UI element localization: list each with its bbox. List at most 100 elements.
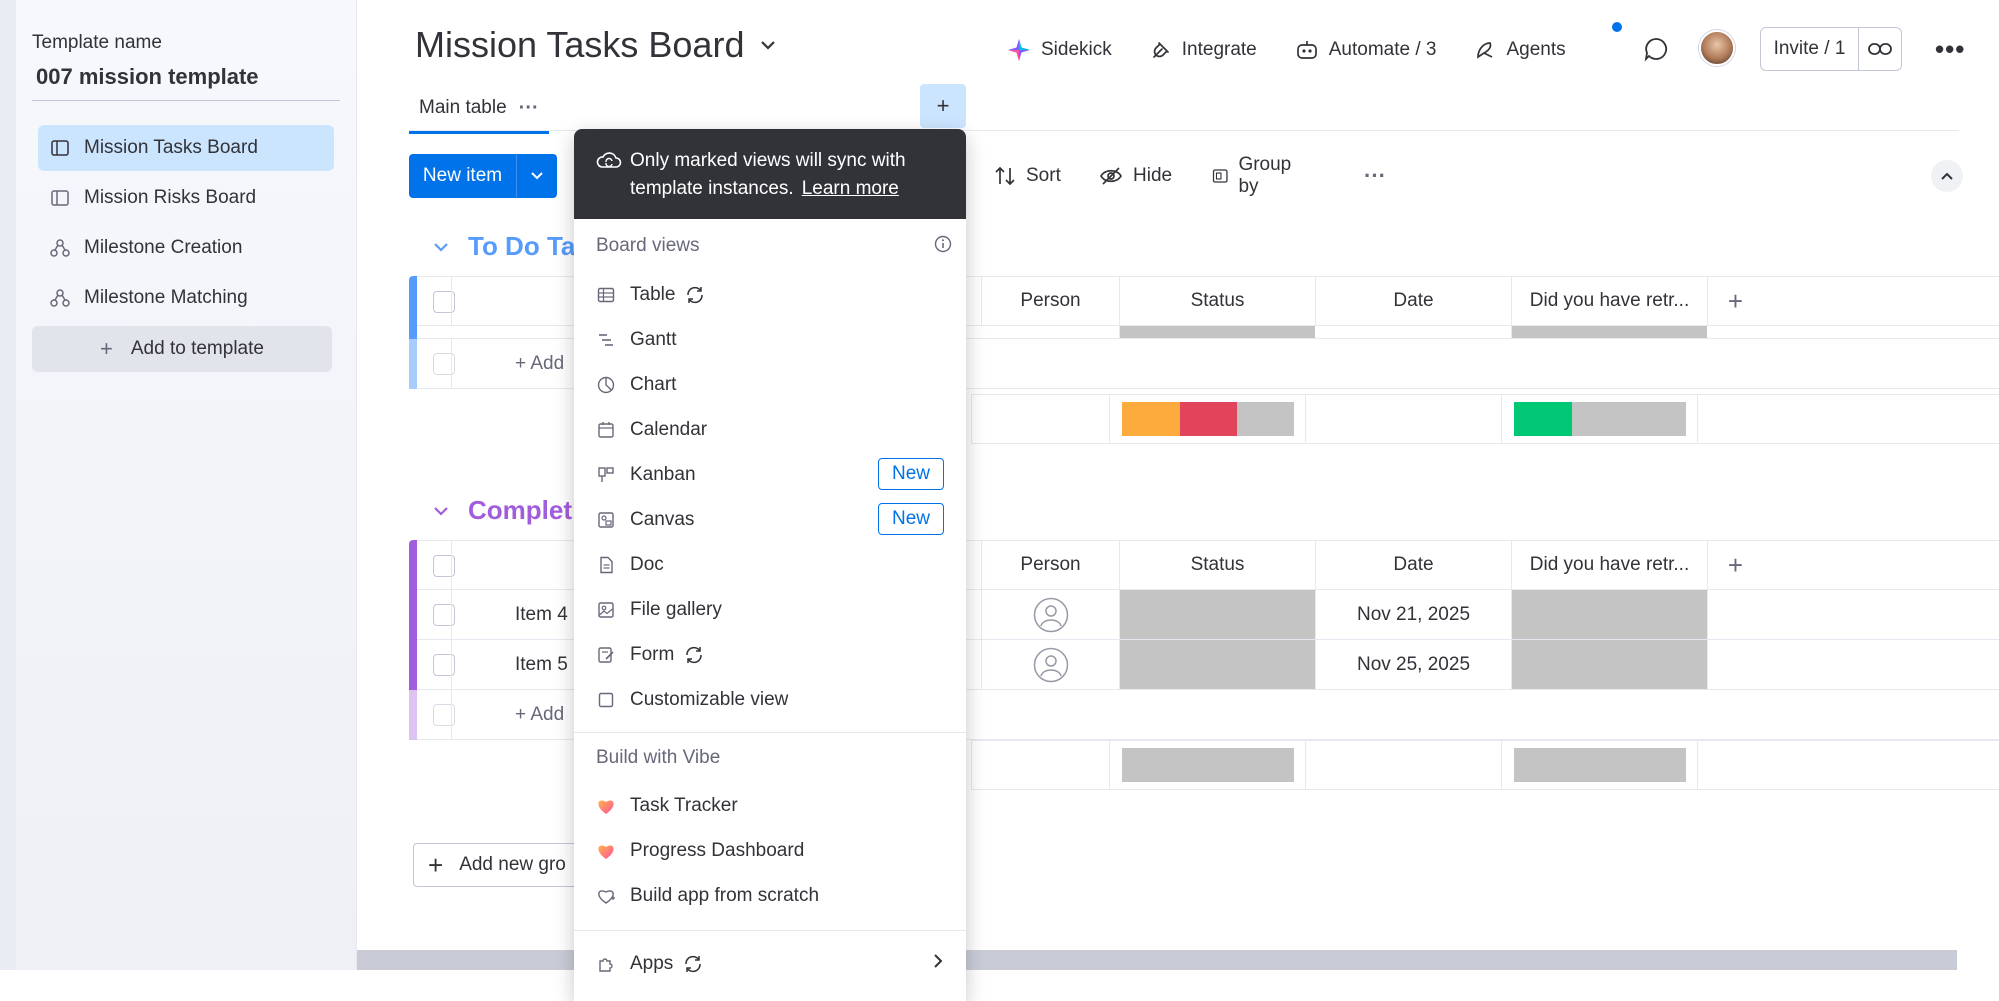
sort-icon [995,166,1015,186]
agents-button[interactable]: Agents [1474,39,1566,61]
vibe-option-progress-dashboard[interactable]: Progress Dashboard [574,829,966,873]
retro-summary[interactable] [1501,395,1697,443]
column-header-retro[interactable]: Did you have retr... [1511,541,1707,589]
plug-icon [1152,42,1169,58]
template-item-mission-risks-board[interactable]: Mission Risks Board [38,175,334,221]
apps-option[interactable]: Apps [574,942,966,986]
summary-row-completed [971,740,1999,790]
view-option-customizable-view[interactable]: Customizable view [574,678,966,722]
avatar[interactable] [1699,30,1735,66]
retro-cell[interactable] [1511,590,1707,639]
template-item-milestone-creation[interactable]: Milestone Creation [38,225,334,271]
column-header-person[interactable]: Person [981,277,1119,325]
template-item-milestone-matching[interactable]: Milestone Matching [38,275,334,321]
date-cell[interactable]: Nov 21, 2025 [1315,590,1511,639]
retro-cell[interactable] [1511,640,1707,689]
tab-main-table[interactable]: Main table ··· [409,84,549,134]
person-cell[interactable] [981,590,1119,639]
view-option-form[interactable]: Form [574,633,966,677]
vibe-option-label: Build app from scratch [630,885,820,906]
template-name-input[interactable]: 007 mission template [36,64,259,90]
retro-cell[interactable] [1511,326,1707,338]
add-item-input[interactable]: + Add [515,704,564,726]
sort-button[interactable]: Sort [994,154,1061,198]
automate-button[interactable]: Automate / 3 [1295,39,1437,61]
col-divider [451,339,452,388]
form-icon [596,645,616,665]
automate-label: Automate / 3 [1328,39,1437,60]
vibe-option-task-tracker[interactable]: Task Tracker [574,784,966,828]
status-summary[interactable] [1109,741,1305,789]
heart-icon [596,841,616,861]
group-title-completed[interactable]: Complet [432,495,572,526]
person-cell[interactable] [981,640,1119,689]
view-option-calendar[interactable]: Calendar [574,408,966,452]
info-icon[interactable] [934,235,952,258]
item-name[interactable]: Item 5 [515,654,568,676]
view-option-table[interactable]: Table [574,273,966,317]
template-item-mission-tasks-board[interactable]: Mission Tasks Board [38,125,334,171]
add-column-button[interactable]: + [1707,277,1763,325]
column-header-date[interactable]: Date [1315,541,1511,589]
integrate-button[interactable]: Integrate [1150,39,1257,61]
column-header-status[interactable]: Status [1119,541,1315,589]
new-item-button[interactable]: New item [409,154,557,198]
invite-button[interactable]: Invite / 1 [1760,27,1902,71]
board-title[interactable]: Mission Tasks Board [415,24,778,66]
link-icon[interactable] [1859,28,1901,70]
add-column-button[interactable]: + [1707,541,1763,589]
group-title-text: Complet [468,495,572,525]
view-option-canvas[interactable]: Canvas New [574,498,966,542]
chevron-down-icon[interactable] [758,38,778,52]
group-by-button[interactable]: Group by [1212,154,1297,198]
vibe-option-build-app[interactable]: Build app from scratch [574,874,966,918]
sync-icon [685,286,705,304]
agents-icon [1477,42,1493,59]
board-actions: Sidekick Integrate Automate / 3 Agents [1007,30,1604,70]
more-menu-icon[interactable]: ••• [1935,34,1965,65]
add-view-button[interactable]: + [920,84,966,128]
status-cell[interactable] [1119,640,1315,689]
collapse-header-button[interactable] [1931,160,1963,192]
column-header-person[interactable]: Person [981,541,1119,589]
status-cell[interactable] [1119,326,1315,338]
date-cell[interactable]: Nov 25, 2025 [1315,640,1511,689]
view-option-kanban[interactable]: Kanban New [574,453,966,497]
add-item-input[interactable]: + Add [515,353,564,375]
status-cell[interactable] [1119,590,1315,639]
heart-icon [596,796,616,816]
view-option-label: Table [630,284,676,305]
tab-options-icon[interactable]: ··· [519,97,539,120]
status-summary[interactable] [1109,395,1305,443]
view-option-label: Customizable view [630,689,789,710]
group-title-todo[interactable]: To Do Ta [432,231,575,262]
view-option-chart[interactable]: Chart [574,363,966,407]
sidekick-button[interactable]: Sidekick [1007,38,1112,62]
chevron-down-icon[interactable] [517,154,557,198]
learn-more-link[interactable]: Learn more [802,178,899,199]
view-option-gantt[interactable]: Gantt [574,318,966,362]
new-badge: New [878,458,944,490]
column-header-date[interactable]: Date [1315,277,1511,325]
col-divider [451,690,452,739]
retro-summary[interactable] [1501,741,1697,789]
chevron-down-icon[interactable] [432,505,450,517]
summary-segment-red [1179,402,1237,436]
chevron-down-icon[interactable] [432,241,450,253]
hide-button[interactable]: Hide [1099,154,1172,198]
view-tabs: Main table ··· [409,84,549,134]
view-option-label: Calendar [630,419,708,440]
item-name[interactable]: Item 4 [515,604,568,626]
view-option-doc[interactable]: Doc [574,543,966,587]
heart-outline-icon [596,886,616,906]
status-summary-bar [1121,402,1294,436]
add-to-template-button[interactable]: + Add to template [32,326,332,372]
chat-icon[interactable] [1643,36,1669,67]
puzzle-icon [596,954,616,974]
toolbar-more-icon[interactable]: ··· [1364,154,1386,198]
view-option-file-gallery[interactable]: File gallery [574,588,966,632]
col-divider [451,590,452,639]
column-header-status[interactable]: Status [1119,277,1315,325]
column-header-retro[interactable]: Did you have retr... [1511,277,1707,325]
summary-segment-orange [1121,402,1180,436]
